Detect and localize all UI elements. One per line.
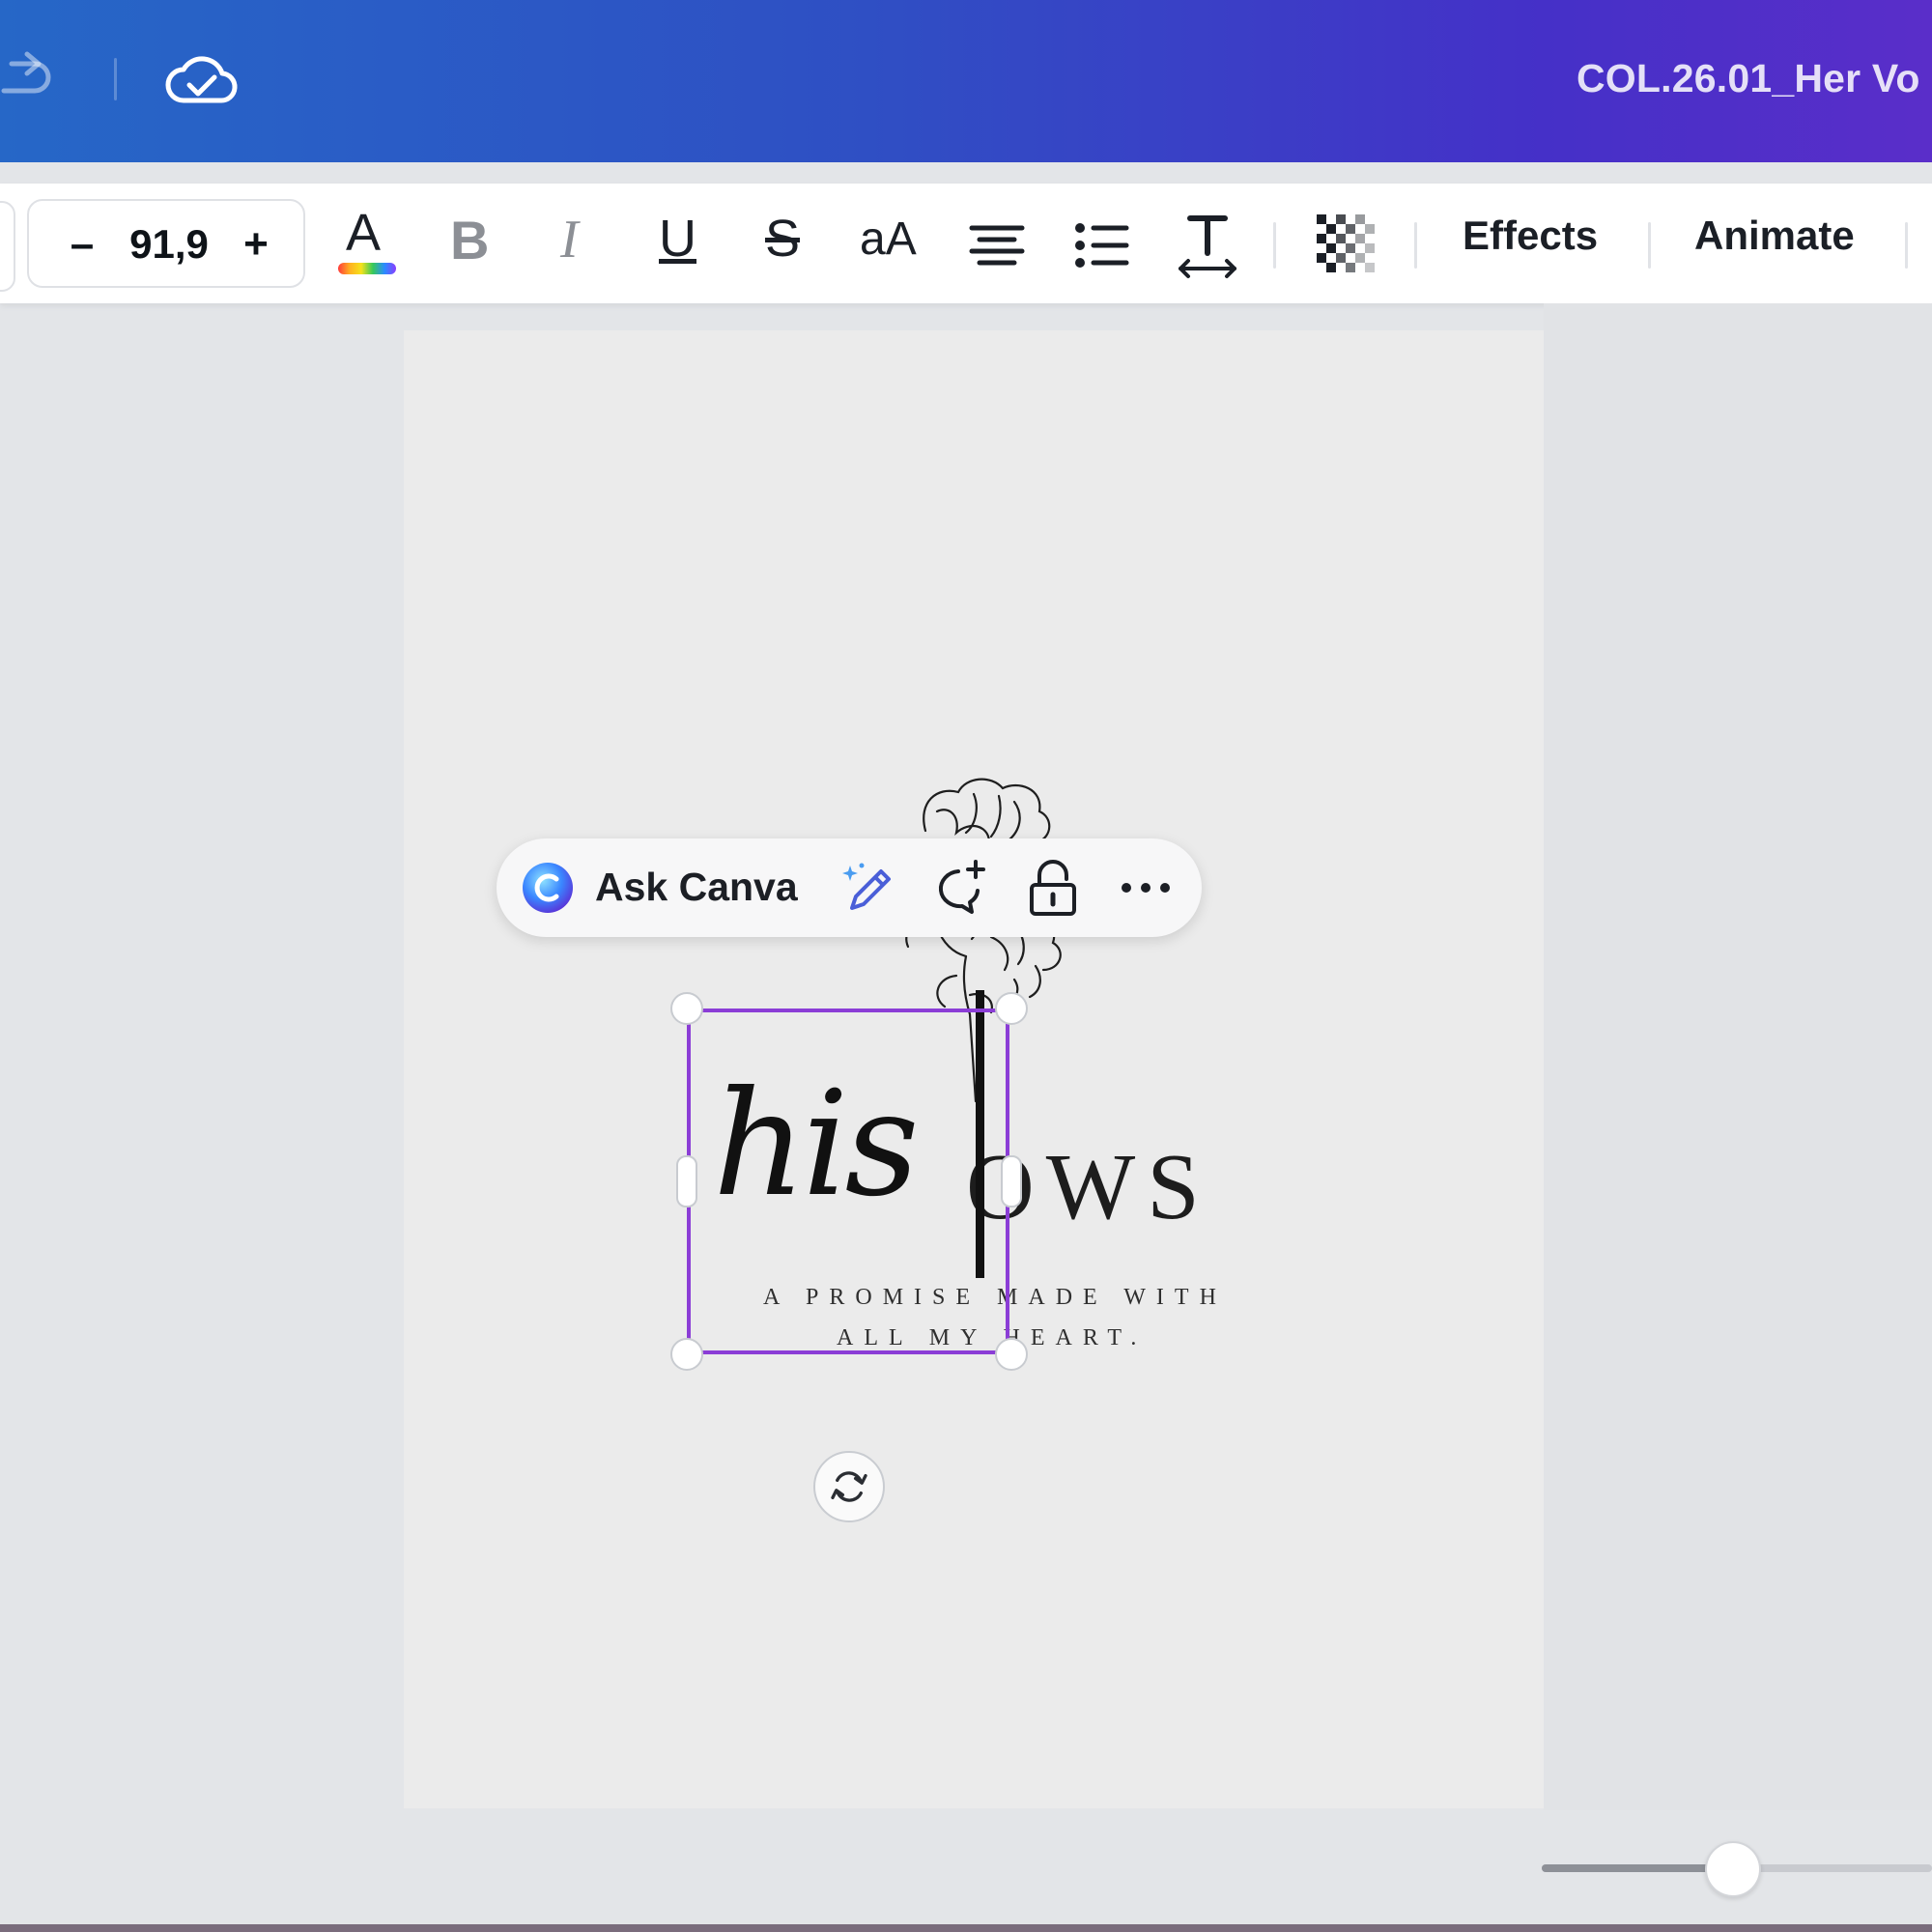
bold-icon: B <box>450 210 490 270</box>
animate-button[interactable]: Animate <box>1694 213 1855 259</box>
bold-button[interactable]: B <box>440 199 502 288</box>
transparency-icon[interactable] <box>1314 199 1378 288</box>
floating-element-toolbar: Ask Canva <box>497 838 1202 937</box>
top-divider <box>114 58 117 100</box>
resize-handle-bottom-right[interactable] <box>995 1338 1028 1371</box>
zoom-slider-thumb[interactable] <box>1704 1841 1761 1897</box>
more-options-icon[interactable] <box>1115 858 1177 918</box>
italic-icon: I <box>560 210 579 270</box>
rotate-handle[interactable] <box>813 1451 885 1522</box>
text-spacing-icon[interactable] <box>1175 199 1240 288</box>
strikethrough-icon: S <box>765 210 801 268</box>
font-family-dropdown[interactable] <box>0 201 15 292</box>
toolbar-divider <box>1273 222 1276 269</box>
toolbar-divider <box>1905 222 1908 269</box>
font-size-input[interactable]: 91,9 <box>116 211 222 278</box>
letter-case-icon: aA <box>860 213 917 265</box>
bullet-list-icon[interactable] <box>1070 199 1132 288</box>
color-swatch-bar <box>338 263 396 274</box>
selection-box[interactable] <box>687 1009 1009 1354</box>
text-color-icon: A <box>346 204 382 262</box>
canva-assistant-icon <box>523 863 573 913</box>
underline-button[interactable]: U <box>649 199 711 288</box>
italic-button[interactable]: I <box>543 199 605 288</box>
toolbar-divider <box>1648 222 1651 269</box>
resize-handle-left[interactable] <box>676 1155 697 1208</box>
underline-icon: U <box>659 210 696 268</box>
text-color-button[interactable]: A <box>332 199 402 288</box>
decrease-font-size-button[interactable]: – <box>58 211 106 278</box>
effects-button[interactable]: Effects <box>1463 213 1598 259</box>
add-comment-icon[interactable] <box>929 858 991 918</box>
toolbar-divider <box>1414 222 1417 269</box>
cloud-saved-icon[interactable] <box>164 48 238 110</box>
ask-canva-button[interactable]: Ask Canva <box>595 865 798 910</box>
text-format-toolbar: – 91,9 + A B I U S aA Effects Animate <box>0 184 1932 303</box>
bottom-edge <box>0 1924 1932 1932</box>
document-title[interactable]: COL.26.01_Her Vo <box>1577 56 1920 101</box>
letter-case-button[interactable]: aA <box>854 199 931 288</box>
resize-handle-top-right[interactable] <box>995 992 1028 1025</box>
workspace-background <box>1544 303 1932 1810</box>
lock-icon[interactable] <box>1022 858 1084 918</box>
redo-icon[interactable] <box>0 48 62 110</box>
resize-handle-top-left[interactable] <box>670 992 703 1025</box>
resize-handle-right[interactable] <box>1001 1155 1022 1208</box>
font-size-stepper: – 91,9 + <box>27 199 305 288</box>
magic-edit-icon[interactable] <box>837 858 898 918</box>
top-bar: COL.26.01_Her Vo <box>0 0 1932 162</box>
rotate-icon <box>831 1471 867 1502</box>
increase-font-size-button[interactable]: + <box>232 211 280 278</box>
strikethrough-button[interactable]: S <box>753 199 815 288</box>
align-center-icon[interactable] <box>966 199 1028 288</box>
resize-handle-bottom-left[interactable] <box>670 1338 703 1371</box>
